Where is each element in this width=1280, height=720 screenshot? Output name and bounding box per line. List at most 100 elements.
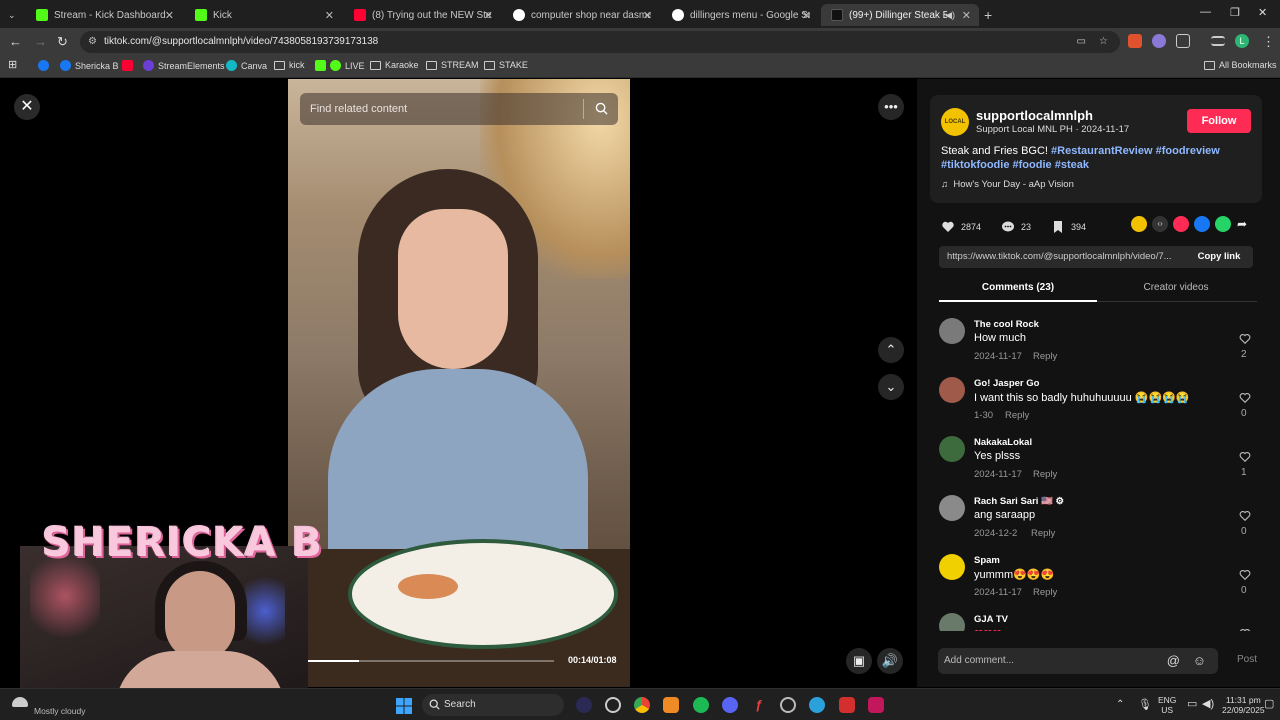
close-video-button[interactable]: ✕ [14, 94, 40, 120]
install-icon[interactable]: ▭ [1077, 31, 1086, 53]
commenter-name[interactable]: Spam [974, 555, 1000, 566]
like-button[interactable]: 2874 [941, 220, 981, 234]
video-progress-bar[interactable] [308, 660, 554, 662]
apps-icon[interactable]: ⊞ [8, 58, 17, 71]
commenter-name[interactable]: Rach Sari Sari 🇺🇸 ⚙ [974, 496, 1064, 507]
address-bar[interactable]: ⚙ tiktok.com/@supportlocalmnlph/video/74… [80, 31, 1120, 53]
extension-icon[interactable] [1128, 34, 1142, 48]
hashtag-link[interactable]: #foodreview [1156, 145, 1220, 157]
bookmark-kick[interactable]: kick [274, 60, 305, 70]
close-icon[interactable]: ✕ [643, 9, 652, 22]
bookmark-stream[interactable]: STREAM [426, 60, 479, 70]
volume-icon[interactable]: ◀) [1202, 697, 1214, 710]
heart-outline-icon[interactable] [1239, 569, 1251, 581]
creator-avatar[interactable]: LOCAL [941, 108, 969, 136]
minimize-icon[interactable]: — [1200, 6, 1211, 18]
tab-0[interactable]: Stream - Kick Dashboard ✕ [26, 4, 182, 26]
music-link[interactable]: ♫ How's Your Day - aAp Vision [941, 179, 1074, 190]
menu-icon[interactable]: ⋮ [1262, 34, 1275, 50]
hashtag-link[interactable]: #foodie [1013, 159, 1052, 171]
speaker-icon[interactable]: ◀) [945, 10, 955, 21]
bookmark-facebook[interactable] [38, 60, 53, 71]
back-icon[interactable]: ← [9, 34, 22, 49]
reply-button[interactable]: Reply [1033, 351, 1057, 362]
weather-text[interactable]: Mostly cloudy [34, 706, 86, 716]
commenter-avatar[interactable] [939, 436, 965, 462]
add-comment-input[interactable]: Add comment... @ ☺ [938, 648, 1218, 674]
share-arrow-icon[interactable]: ➦ [1237, 216, 1253, 232]
related-search-input[interactable]: Find related content [300, 93, 618, 125]
spotify-icon[interactable] [693, 697, 709, 713]
heart-outline-icon[interactable] [1239, 510, 1251, 522]
bookmark-live[interactable]: LIVE [315, 60, 365, 71]
tab-3[interactable]: computer shop near dasmariñas ✕ [503, 4, 660, 26]
copy-link-button[interactable]: Copy link [1185, 246, 1253, 268]
reply-button[interactable]: Reply [1031, 528, 1055, 539]
windows-start-icon[interactable] [396, 698, 412, 714]
tab-1[interactable]: Kick ✕ [185, 4, 342, 26]
extension-icon[interactable] [1152, 34, 1166, 48]
heart-outline-icon[interactable] [1239, 451, 1251, 463]
facebook-share-icon[interactable] [1194, 216, 1210, 232]
creator-username[interactable]: supportlocalmnlph [976, 108, 1093, 123]
emoji-icon[interactable]: ☺ [1193, 648, 1206, 674]
clock[interactable]: 11:31 pm 22/09/2025 [1222, 695, 1265, 715]
tab-creator-videos[interactable]: Creator videos [1097, 282, 1255, 293]
network-icon[interactable]: ▭ [1187, 697, 1197, 710]
app-icon[interactable] [839, 697, 855, 713]
notification-icon[interactable]: ▢ [1264, 697, 1274, 710]
commenter-avatar[interactable] [939, 318, 965, 344]
commenter-name[interactable]: GJA TV [974, 614, 1008, 625]
reply-button[interactable]: Reply [1005, 410, 1029, 421]
more-options-button[interactable]: ••• [878, 94, 904, 120]
app-icon[interactable] [605, 697, 621, 713]
close-window-icon[interactable]: ✕ [1258, 6, 1267, 19]
tab-search-button[interactable]: ⌄ [4, 4, 20, 26]
commenter-name[interactable]: Go! Jasper Go [974, 378, 1039, 389]
app-icon[interactable] [576, 697, 592, 713]
tab-5-active[interactable]: (99+) Dillinger Steak Bgc | Ti ◀) ✕ [821, 4, 979, 26]
chrome-icon[interactable] [634, 697, 650, 713]
bookmark-canva[interactable]: Canva [226, 60, 267, 71]
video-player[interactable] [288, 79, 630, 687]
commenter-name[interactable]: The cool Rock [974, 319, 1039, 330]
bookmark-streamelements[interactable]: StreamElements [143, 60, 225, 71]
forward-icon[interactable]: → [34, 34, 47, 49]
volume-button[interactable]: 🔊 [877, 648, 903, 674]
tab-2[interactable]: (8) Trying out the NEW Steak H ✕ [344, 4, 501, 26]
reload-icon[interactable]: ↻ [57, 34, 68, 50]
bookmark-youtube[interactable] [122, 60, 137, 71]
save-button[interactable]: 394 [1051, 220, 1086, 234]
maximize-icon[interactable]: ❐ [1230, 6, 1240, 19]
mention-icon[interactable]: @ [1167, 648, 1180, 674]
follow-button[interactable]: Follow [1187, 109, 1251, 133]
close-icon[interactable]: ✕ [165, 9, 174, 22]
discord-icon[interactable] [722, 697, 738, 713]
telegram-icon[interactable] [809, 697, 825, 713]
app-icon[interactable] [780, 697, 796, 713]
hashtag-link[interactable]: #tiktokfoodie [941, 159, 1009, 171]
heart-outline-icon[interactable] [1239, 392, 1251, 404]
reply-button[interactable]: Reply [1033, 469, 1057, 480]
video-link-field[interactable]: https://www.tiktok.com/@supportlocalmnlp… [939, 246, 1185, 268]
taskbar-search[interactable]: Search [422, 694, 564, 716]
pip-button[interactable]: ▣ [846, 648, 872, 674]
bookmark-shericka[interactable]: Shericka B [60, 60, 119, 71]
post-comment-button[interactable]: Post [1237, 654, 1257, 665]
star-icon[interactable]: ☆ [1099, 31, 1108, 53]
tab-comments[interactable]: Comments (23) [939, 282, 1097, 293]
tab-4[interactable]: dillingers menu - Google Search ✕ [662, 4, 819, 26]
embed-icon[interactable]: ‹› [1152, 216, 1168, 232]
whatsapp-icon[interactable] [1215, 216, 1231, 232]
close-icon[interactable]: ✕ [802, 9, 811, 22]
bookmark-stake[interactable]: STAKE [484, 60, 528, 70]
all-bookmarks[interactable]: All Bookmarks [1204, 60, 1277, 70]
close-icon[interactable]: ✕ [325, 9, 334, 22]
chevron-up-icon[interactable]: ⌃ [1116, 699, 1124, 710]
bookmark-karaoke[interactable]: Karaoke [370, 60, 419, 70]
app-icon[interactable] [868, 697, 884, 713]
puzzle-icon[interactable] [1176, 34, 1190, 48]
commenter-avatar[interactable] [939, 377, 965, 403]
commenter-avatar[interactable] [939, 554, 965, 580]
new-tab-button[interactable]: + [982, 4, 1002, 26]
